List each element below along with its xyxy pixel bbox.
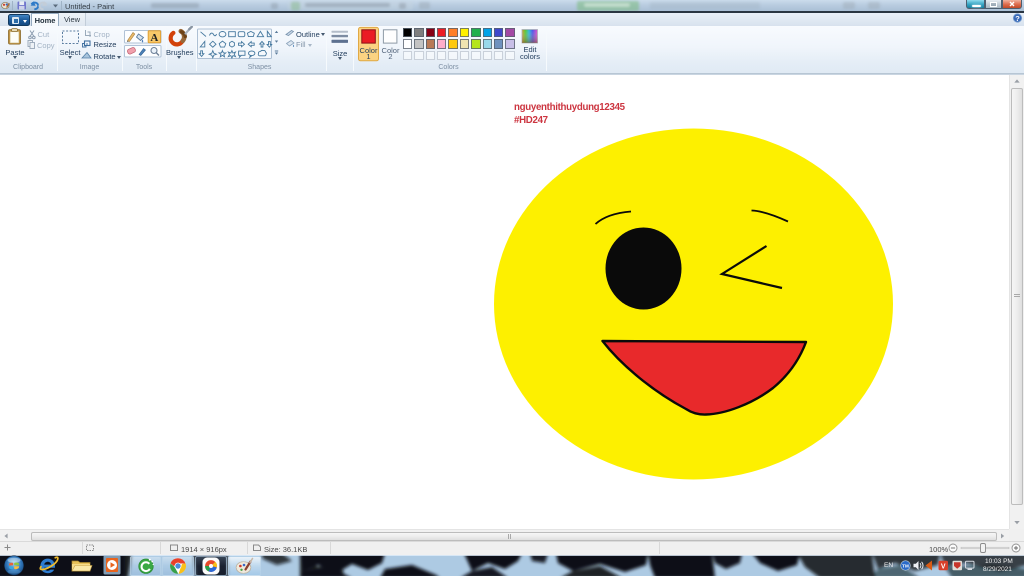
svg-text:TM: TM (902, 564, 909, 569)
svg-text:?: ? (1015, 14, 1020, 23)
svg-text:A: A (150, 32, 158, 44)
svg-text:V: V (941, 563, 946, 570)
